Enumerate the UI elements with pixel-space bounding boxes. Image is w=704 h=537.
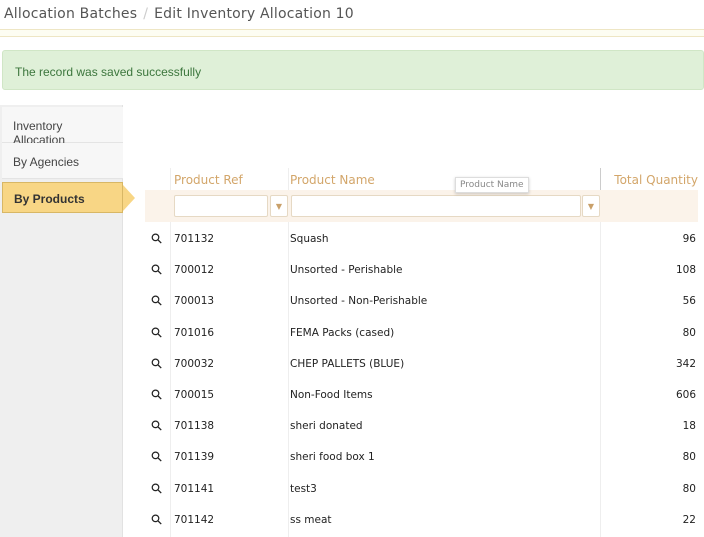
table-row: ⚲ 701142 ss meat 22 xyxy=(145,503,698,534)
grid-header: Product Ref Product Name Total Quantity xyxy=(145,168,698,190)
search-icon[interactable]: ⚲ xyxy=(148,230,167,249)
total-quantity-cell: 606 xyxy=(675,388,696,401)
total-quantity-cell: 56 xyxy=(682,295,696,308)
product-name-cell: sheri food box 1 xyxy=(290,451,375,464)
product-ref-cell: 701139 xyxy=(174,451,215,464)
search-icon[interactable]: ⚲ xyxy=(148,354,167,373)
toolbar-strip xyxy=(0,29,704,37)
table-row: ⚲ 700032 CHEP PALLETS (BLUE) 342 xyxy=(145,347,698,378)
product-name-filter-dropdown[interactable]: ▼ xyxy=(582,195,600,217)
success-alert: The record was saved successfully xyxy=(2,50,704,90)
table-row: ⚲ 701138 sheri donated 18 xyxy=(145,409,698,440)
search-icon[interactable]: ⚲ xyxy=(148,261,167,280)
products-grid: Product Ref Product Name Total Quantity … xyxy=(145,168,698,534)
product-ref-cell: 701132 xyxy=(174,233,215,245)
search-icon[interactable]: ⚲ xyxy=(148,323,167,342)
sidebar-item-inventory-allocation[interactable]: Inventory Allocation xyxy=(2,107,123,147)
search-icon[interactable]: ⚲ xyxy=(148,448,167,467)
column-header-total-quantity[interactable]: Total Quantity xyxy=(614,173,698,187)
product-ref-cell: 700013 xyxy=(174,295,215,308)
product-ref-filter-input[interactable] xyxy=(174,195,268,217)
table-row: ⚲ 701016 FEMA Packs (cased) 80 xyxy=(145,316,698,347)
search-icon[interactable]: ⚲ xyxy=(148,292,167,311)
product-name-cell: sheri donated xyxy=(290,420,363,433)
column-header-product-ref[interactable]: Product Ref xyxy=(174,173,243,187)
product-name-cell: ss meat xyxy=(290,513,332,526)
product-name-cell: Unsorted - Perishable xyxy=(290,264,403,277)
product-name-filter-input[interactable] xyxy=(291,195,581,217)
product-name-cell: CHEP PALLETS (BLUE) xyxy=(290,357,405,370)
search-icon[interactable]: ⚲ xyxy=(148,510,167,529)
table-row: ⚲ 701132 Squash 96 xyxy=(145,222,698,253)
product-name-cell: test3 xyxy=(290,482,317,495)
product-ref-cell: 701141 xyxy=(174,482,215,495)
product-name-cell: Squash xyxy=(290,233,329,245)
search-icon[interactable]: ⚲ xyxy=(148,479,167,498)
breadcrumb-separator: / xyxy=(143,6,149,22)
search-icon[interactable]: ⚲ xyxy=(148,386,167,405)
breadcrumb-parent-link[interactable]: Allocation Batches xyxy=(4,6,137,22)
breadcrumb-current: Edit Inventory Allocation 10 xyxy=(154,6,354,22)
table-row: ⚲ 701141 test3 80 xyxy=(145,472,698,503)
total-quantity-cell: 342 xyxy=(675,357,696,370)
product-ref-cell: 701016 xyxy=(174,326,215,339)
table-row: ⚲ 700015 Non-Food Items 606 xyxy=(145,378,698,409)
table-row: ⚲ 701139 sheri food box 1 80 xyxy=(145,440,698,471)
product-ref-cell: 700015 xyxy=(174,388,215,401)
total-quantity-cell: 80 xyxy=(682,326,696,339)
table-row: ⚲ 700013 Unsorted - Non-Perishable 56 xyxy=(145,284,698,315)
table-row: ⚲ 700012 Unsorted - Perishable 108 xyxy=(145,253,698,284)
product-ref-cell: 701142 xyxy=(174,513,215,526)
filter-row: ▼ ▼ Product Name xyxy=(145,177,698,222)
total-quantity-cell: 96 xyxy=(682,233,696,245)
search-icon[interactable]: ⚲ xyxy=(148,417,167,436)
product-name-cell: Non-Food Items xyxy=(290,388,373,401)
total-quantity-cell: 80 xyxy=(682,451,696,464)
sidebar: Inventory Allocation By Agencies By Prod… xyxy=(0,105,135,537)
breadcrumb: Allocation Batches / Edit Inventory Alloca… xyxy=(4,6,354,22)
column-header-product-name[interactable]: Product Name xyxy=(290,173,375,187)
total-quantity-cell: 108 xyxy=(675,264,696,277)
product-ref-cell: 701138 xyxy=(174,420,215,433)
tooltip: Product Name xyxy=(455,177,529,193)
product-name-cell: FEMA Packs (cased) xyxy=(290,326,395,339)
product-ref-cell: 700012 xyxy=(174,264,215,277)
total-quantity-cell: 80 xyxy=(682,482,696,495)
total-quantity-cell: 22 xyxy=(682,513,696,526)
sidebar-item-by-products[interactable]: By Products xyxy=(2,182,135,213)
product-ref-cell: 700032 xyxy=(174,357,215,370)
sidebar-item-by-agencies[interactable]: By Agencies xyxy=(2,143,123,179)
product-name-cell: Unsorted - Non-Perishable xyxy=(290,295,428,308)
total-quantity-cell: 18 xyxy=(682,420,696,433)
product-ref-filter-dropdown[interactable]: ▼ xyxy=(270,195,288,217)
